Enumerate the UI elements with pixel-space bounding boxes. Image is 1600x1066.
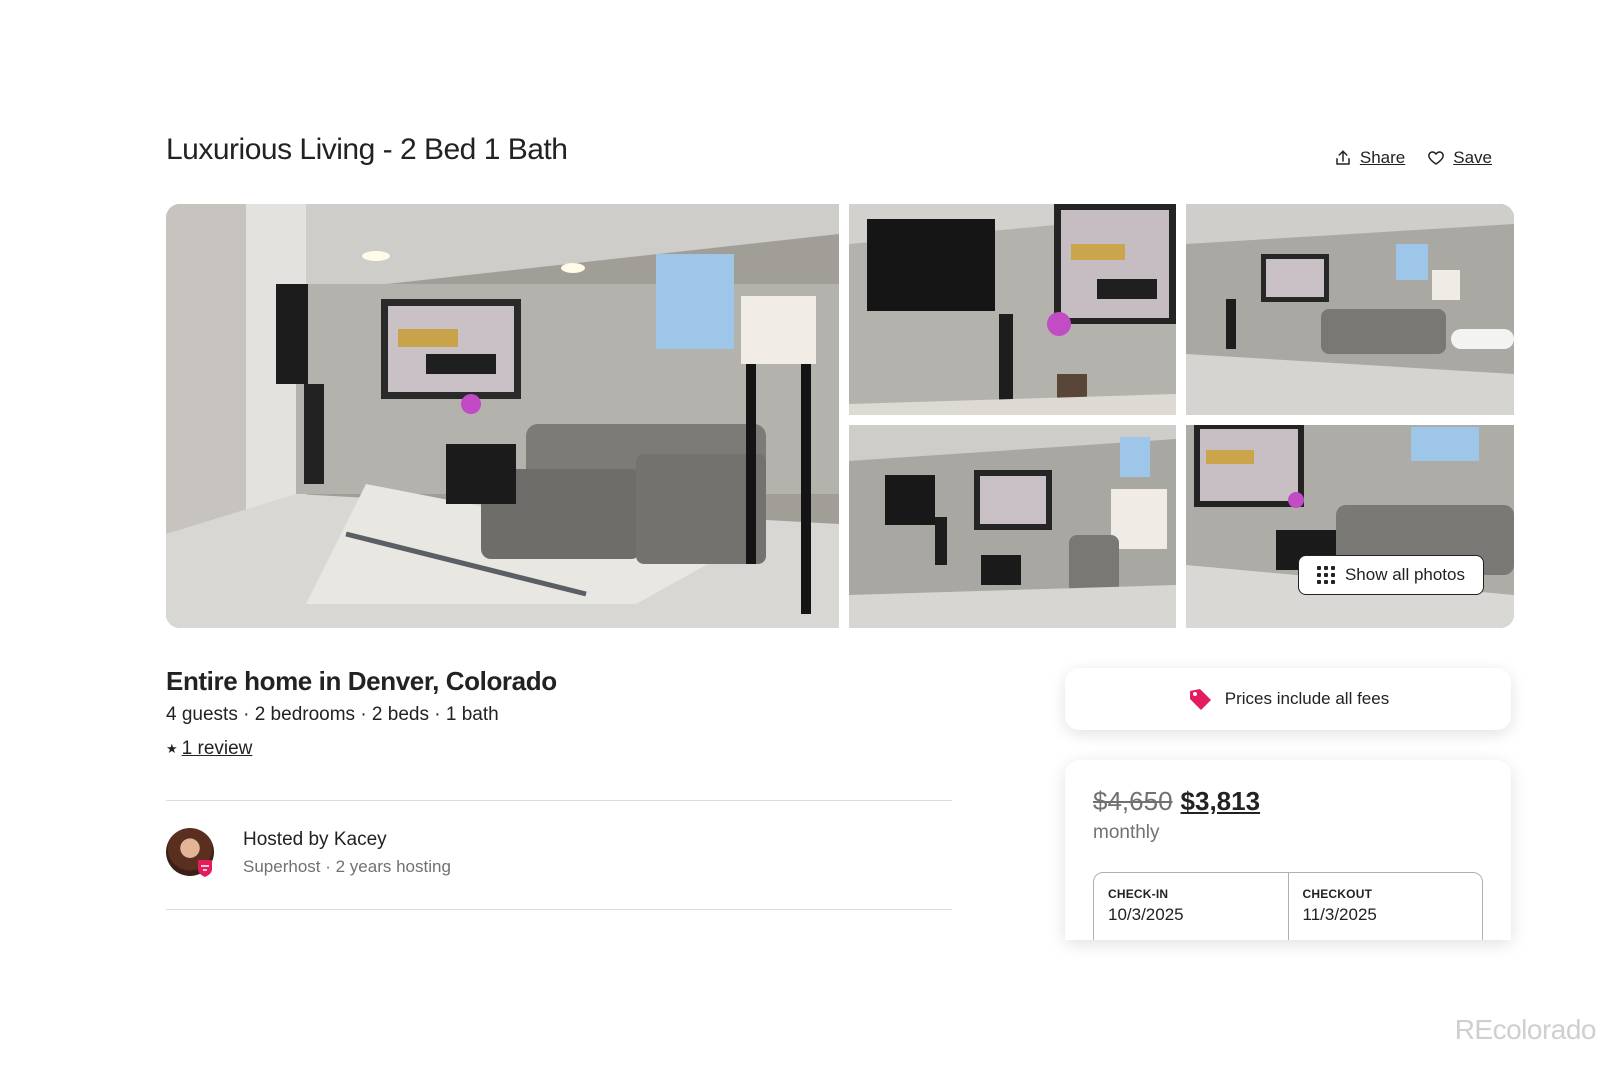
photo-2[interactable]: [849, 204, 1176, 415]
save-label: Save: [1453, 148, 1492, 167]
sofa-photo: [1186, 425, 1514, 628]
price-period: monthly: [1093, 822, 1160, 843]
listing-actions: Share Save: [1334, 148, 1492, 168]
checkin-label: CHECK-IN: [1108, 887, 1169, 901]
checkin-value: 10/3/2025: [1108, 905, 1184, 924]
review-summary: ★ 1 review: [166, 738, 252, 760]
photo-main[interactable]: [166, 204, 839, 628]
save-button[interactable]: Save: [1427, 148, 1492, 168]
price-tag-icon: [1189, 689, 1211, 710]
booking-card: $4,650 $3,813 monthly CHECK-IN 10/3/2025…: [1065, 760, 1511, 940]
checkout-field[interactable]: CHECKOUT 11/3/2025: [1287, 873, 1483, 940]
superhost-badge-icon: [198, 860, 212, 877]
fees-notice-text: Prices include all fees: [1224, 689, 1390, 708]
corner-photo: [849, 425, 1176, 628]
checkout-value: 11/3/2025: [1302, 905, 1377, 924]
share-icon: [1336, 150, 1350, 165]
listing-details: 4 guests · 2 bedrooms · 2 beds · 1 bath: [166, 704, 499, 725]
review-link[interactable]: 1 review: [182, 738, 253, 760]
divider: [166, 800, 952, 801]
living-room-photo: [166, 204, 839, 628]
star-icon: ★: [166, 741, 178, 756]
photo-3[interactable]: [1186, 204, 1514, 415]
show-all-photos-label: Show all photos: [1344, 565, 1465, 584]
share-label: Share: [1359, 148, 1406, 167]
host-avatar[interactable]: [166, 828, 214, 877]
wide-room-photo: [1186, 204, 1514, 415]
grid-dots-icon: [1316, 566, 1335, 584]
original-price: $4,650: [1093, 786, 1173, 816]
price-row: $4,650 $3,813: [1093, 786, 1260, 817]
show-all-photos-button[interactable]: Show all photos: [1297, 555, 1484, 595]
photo-gallery: Show all photos: [166, 204, 1514, 628]
listing-title: Luxurious Living - 2 Bed 1 Bath: [166, 133, 568, 166]
share-button[interactable]: Share: [1334, 148, 1405, 168]
fees-notice-card: Prices include all fees: [1065, 668, 1511, 730]
discounted-price[interactable]: $3,813: [1181, 786, 1261, 817]
checkin-field[interactable]: CHECK-IN 10/3/2025: [1094, 873, 1288, 940]
host-meta: Superhost · 2 years hosting: [243, 857, 451, 876]
date-picker: CHECK-IN 10/3/2025 CHECKOUT 11/3/2025: [1093, 872, 1483, 940]
tv-wall-photo: [849, 204, 1176, 415]
checkout-label: CHECKOUT: [1302, 887, 1373, 901]
photo-4[interactable]: [849, 425, 1176, 628]
host-name: Hosted by Kacey: [243, 829, 387, 850]
heart-icon: [1428, 151, 1445, 165]
photo-5[interactable]: Show all photos: [1186, 425, 1514, 628]
divider: [166, 909, 952, 910]
listing-type-heading: Entire home in Denver, Colorado: [166, 666, 557, 696]
watermark: REcolorado: [1454, 1014, 1597, 1045]
